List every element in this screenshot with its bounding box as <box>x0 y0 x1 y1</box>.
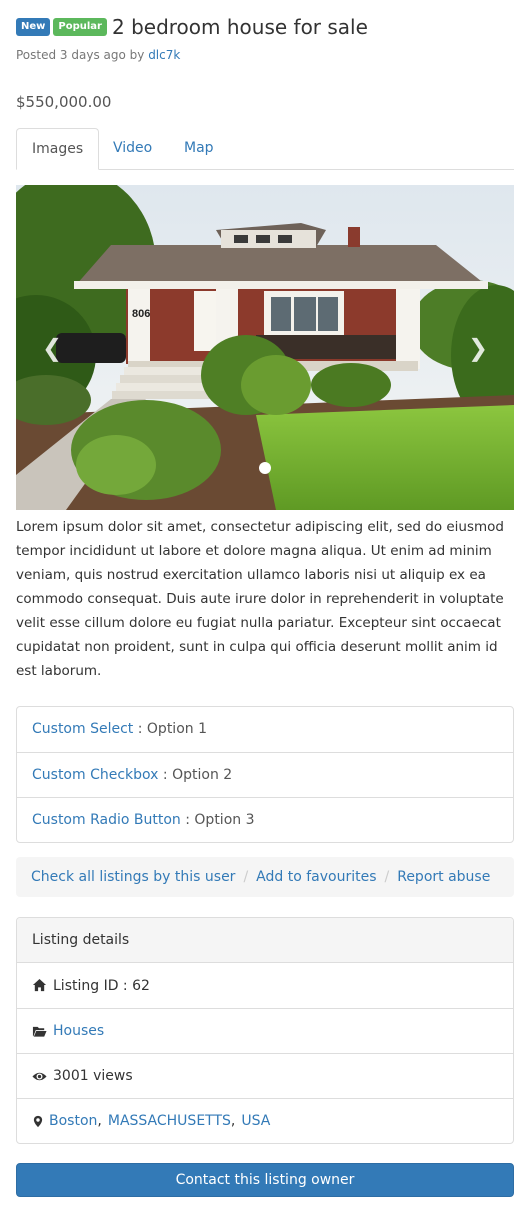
media-tabs: Images Video Map <box>16 128 514 170</box>
check-listings-link[interactable]: Check all listings by this user <box>31 869 235 885</box>
page-title: 2 bedroom house for sale <box>111 15 368 39</box>
chevron-left-icon[interactable]: ❮ <box>42 335 62 361</box>
attribute-value: Option 1 <box>146 721 207 737</box>
attribute-separator: : <box>158 767 173 783</box>
author-link[interactable]: dlc7k <box>148 48 180 62</box>
new-badge: New <box>16 18 51 36</box>
attribute-separator: : <box>180 812 195 828</box>
view-count: 3001 views <box>53 1068 133 1084</box>
listing-meta: Posted 3 days ago by dlc7k <box>16 48 180 62</box>
attribute-value: Option 3 <box>194 812 255 828</box>
attribute-row: Custom Select : Option 1 <box>17 707 513 752</box>
popular-badge: Popular <box>53 18 107 36</box>
location-separator: , <box>97 1113 102 1129</box>
listing-header: New Popular 2 bedroom house for sale <box>16 14 368 40</box>
attribute-separator: : <box>133 721 147 737</box>
category-row: Houses <box>17 1008 513 1053</box>
house-number: 806 <box>132 308 150 320</box>
category-link[interactable]: Houses <box>53 1023 104 1039</box>
listing-details-heading: Listing details <box>17 918 513 963</box>
action-separator: / <box>243 869 249 885</box>
tab-map[interactable]: Map <box>169 128 229 170</box>
map-marker-icon <box>33 1115 43 1127</box>
location-row: Boston, MASSACHUSETTS, USA <box>17 1098 513 1143</box>
attribute-row: Custom Checkbox : Option 2 <box>17 752 513 797</box>
carousel-indicator[interactable] <box>259 462 271 474</box>
chevron-right-icon[interactable]: ❯ <box>468 335 488 361</box>
report-abuse-link[interactable]: Report abuse <box>397 869 490 885</box>
image-carousel[interactable]: 806 ❮ ❯ <box>16 185 514 510</box>
listing-details-panel: Listing details Listing ID : 62 Houses 3… <box>16 917 514 1144</box>
attribute-link-radio[interactable]: Custom Radio Button <box>32 812 181 828</box>
tab-video[interactable]: Video <box>98 128 167 170</box>
home-icon <box>32 978 47 992</box>
custom-attributes: Custom Select : Option 1 Custom Checkbox… <box>16 706 514 843</box>
add-to-favourites-link[interactable]: Add to favourites <box>256 869 376 885</box>
attribute-link-select[interactable]: Custom Select <box>32 721 133 737</box>
eye-icon <box>32 1072 47 1080</box>
listing-id-row: Listing ID : 62 <box>17 963 513 1008</box>
tab-images[interactable]: Images <box>16 128 100 170</box>
listing-price: $550,000.00 <box>16 93 112 111</box>
folder-open-icon <box>32 1026 47 1037</box>
state-link[interactable]: MASSACHUSETTS <box>108 1113 231 1129</box>
country-link[interactable]: USA <box>241 1113 270 1129</box>
attribute-row: Custom Radio Button : Option 3 <box>17 797 513 842</box>
action-separator: / <box>384 869 390 885</box>
views-row: 3001 views <box>17 1053 513 1098</box>
attribute-value: Option 2 <box>172 767 233 783</box>
attribute-link-checkbox[interactable]: Custom Checkbox <box>32 767 158 783</box>
location-separator: , <box>230 1113 236 1129</box>
listing-id: Listing ID : 62 <box>53 977 150 994</box>
listing-actions-bar: Check all listings by this user / Add to f… <box>16 857 514 897</box>
posted-text: Posted 3 days ago by <box>16 48 145 62</box>
contact-owner-button[interactable]: Contact this listing owner <box>16 1163 514 1197</box>
listing-description: Lorem ipsum dolor sit amet, consectetur … <box>16 519 505 679</box>
city-link[interactable]: Boston <box>49 1113 97 1129</box>
